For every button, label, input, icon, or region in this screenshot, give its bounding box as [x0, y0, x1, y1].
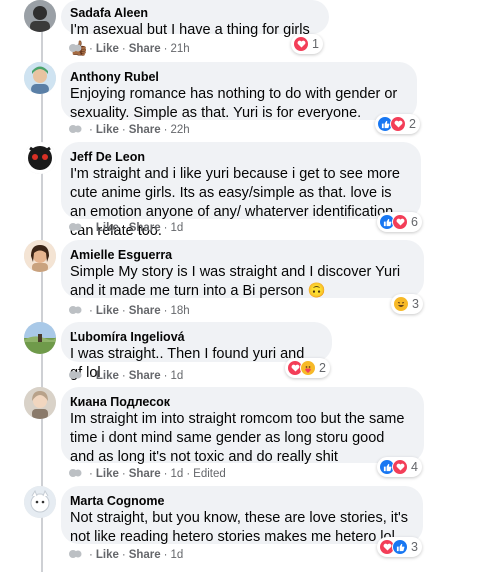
avatar[interactable] [24, 322, 56, 354]
timestamp[interactable]: 1d [171, 549, 184, 561]
reaction-count: 1 [312, 37, 319, 51]
comment-bubble: Jeff De Leon I'm straight and i like yur… [61, 142, 421, 239]
audience-icon [69, 550, 82, 558]
avatar[interactable] [24, 486, 56, 518]
reaction-summary[interactable]: 2 [375, 114, 420, 134]
reaction-count: 4 [411, 460, 418, 474]
reaction-count: 2 [319, 361, 326, 375]
like-reaction-icon [392, 539, 408, 555]
like-button[interactable]: Like [96, 370, 119, 382]
comment-actions: · Like · Share · 21h [68, 42, 190, 56]
reaction-summary[interactable]: 3 [377, 537, 422, 557]
audience-icon [69, 469, 82, 477]
edited-label[interactable]: Edited [193, 468, 226, 480]
avatar[interactable] [24, 62, 56, 94]
share-button[interactable]: Share [129, 549, 161, 561]
comment-text: Simple My story is I was straight and I … [70, 264, 401, 299]
avatar[interactable] [24, 142, 56, 174]
comment-bubble: Amielle Esguerra Simple My story is I wa… [61, 240, 424, 299]
reaction-summary[interactable]: 1 [291, 34, 323, 54]
timestamp[interactable]: 1d [171, 370, 184, 382]
avatar[interactable] [24, 387, 56, 419]
comment-bubble: Sadafa Aleen I'm asexual but I have a th… [61, 0, 329, 57]
comment-actions: · Like · Share · 1d · Edited [68, 467, 226, 481]
comment-bubble: Anthony Rubel Enjoying romance has nothi… [61, 62, 417, 121]
like-button[interactable]: Like [96, 549, 119, 561]
timestamp[interactable]: 22h [171, 124, 190, 136]
comment-bubble: Marta Cognome Not straight, but you know… [61, 486, 423, 545]
share-button[interactable]: Share [129, 43, 161, 55]
comment-actions: · Like · Share · 1d [68, 221, 183, 235]
audience-icon [69, 371, 82, 379]
comment-actions: · Like · Share · 1d [68, 369, 183, 383]
share-button[interactable]: Share [129, 124, 161, 136]
reaction-summary[interactable]: 2 [285, 358, 330, 378]
audience-icon [69, 44, 82, 52]
share-button[interactable]: Share [129, 305, 161, 317]
avatar[interactable] [24, 240, 56, 272]
comment-bubble: Киана Подлесок Im straight im into strai… [61, 387, 424, 465]
share-button[interactable]: Share [129, 370, 161, 382]
care-reaction-icon [300, 360, 316, 376]
reaction-count: 2 [409, 117, 416, 131]
like-button[interactable]: Like [96, 222, 119, 234]
comment-bubble: Ľubomíra Ingeliová I was straight.. Then… [61, 322, 332, 381]
like-button[interactable]: Like [96, 468, 119, 480]
like-button[interactable]: Like [96, 43, 119, 55]
reaction-count: 3 [412, 297, 419, 311]
author-name[interactable]: Amielle Esguerra [70, 247, 412, 263]
comment-text: Enjoying romance has nothing to do with … [70, 86, 398, 121]
author-name[interactable]: Sadafa Aleen [70, 5, 317, 21]
love-reaction-icon [392, 214, 408, 230]
timestamp[interactable]: 1d [171, 468, 184, 480]
timestamp[interactable]: 18h [171, 305, 190, 317]
comment-actions: · Like · Share · 22h [68, 123, 190, 137]
timestamp[interactable]: 21h [171, 43, 190, 55]
comment-text: Im straight im into straight romcom too … [70, 411, 405, 465]
reaction-summary[interactable]: 6 [377, 212, 422, 232]
love-reaction-icon [392, 459, 408, 475]
author-name[interactable]: Jeff De Leon [70, 149, 409, 165]
comment-actions: · Like · Share · 1d [68, 548, 183, 562]
audience-icon [69, 223, 82, 231]
reaction-count: 3 [411, 540, 418, 554]
avatar[interactable] [24, 0, 56, 32]
author-name[interactable]: Marta Cognome [70, 493, 411, 509]
love-reaction-icon [390, 116, 406, 132]
author-name[interactable]: Ľubomíra Ingeliová [70, 329, 320, 345]
love-reaction-icon [293, 36, 309, 52]
like-button[interactable]: Like [96, 305, 119, 317]
timestamp[interactable]: 1d [171, 222, 184, 234]
reaction-summary[interactable]: 3 [391, 294, 423, 314]
share-button[interactable]: Share [129, 222, 161, 234]
reaction-count: 6 [411, 215, 418, 229]
audience-icon [69, 306, 82, 314]
haha-reaction-icon [393, 296, 409, 312]
comment-actions: · Like · Share · 18h [68, 304, 190, 318]
author-name[interactable]: Anthony Rubel [70, 69, 405, 85]
reaction-summary[interactable]: 4 [377, 457, 422, 477]
share-button[interactable]: Share [129, 468, 161, 480]
author-name[interactable]: Киана Подлесок [70, 394, 412, 410]
audience-icon [69, 125, 82, 133]
comment-text: Not straight, but you know, these are lo… [70, 510, 409, 545]
like-button[interactable]: Like [96, 124, 119, 136]
